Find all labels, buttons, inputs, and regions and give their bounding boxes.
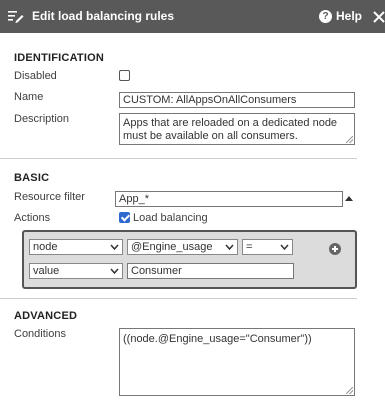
chevron-down-icon — [225, 244, 234, 250]
section-divider — [0, 298, 357, 299]
rule-value-input[interactable]: Consumer — [127, 263, 294, 279]
disabled-label: Disabled — [14, 70, 57, 82]
disabled-checkbox[interactable] — [119, 70, 130, 81]
resize-grip-icon[interactable] — [346, 387, 353, 394]
chevron-down-icon — [110, 268, 119, 274]
dialog-title: Edit load balancing rules — [32, 9, 175, 23]
dialog-header: Edit load balancing rules ? Help — [0, 0, 385, 33]
description-text: Apps that are reloaded on a dedicated no… — [123, 117, 338, 142]
load-balancing-label[interactable]: Load balancing — [133, 212, 208, 224]
list-edit-icon[interactable] — [8, 10, 24, 23]
rule-object-select[interactable]: node — [29, 239, 123, 255]
advanced-section-title: ADVANCED — [14, 310, 78, 322]
identification-section-title: IDENTIFICATION — [14, 52, 104, 64]
add-condition-icon[interactable] — [329, 243, 341, 255]
rule-operator-select[interactable]: = — [242, 239, 293, 255]
resize-grip-icon[interactable] — [346, 136, 353, 143]
basic-section-title: BASIC — [14, 172, 50, 184]
chevron-down-icon — [110, 244, 119, 250]
conditions-text: ((node.@Engine_usage="Consumer")) — [123, 333, 312, 345]
name-label: Name — [14, 91, 44, 103]
conditions-textarea[interactable]: ((node.@Engine_usage="Consumer")) — [119, 328, 355, 396]
description-label: Description — [14, 113, 70, 125]
load-balancing-checkbox[interactable] — [119, 212, 130, 223]
rule-property-value: @Engine_usage — [131, 241, 213, 253]
help-button[interactable]: Help — [336, 9, 362, 23]
rule-object-value: node — [33, 241, 58, 253]
name-field[interactable]: CUSTOM: AllAppsOnAllConsumers — [119, 92, 355, 108]
actions-label: Actions — [14, 212, 51, 224]
conditions-label: Conditions — [14, 328, 66, 340]
description-textarea[interactable]: Apps that are reloaded on a dedicated no… — [119, 113, 355, 145]
rule-type-value: value — [33, 265, 60, 277]
rule-type-select[interactable]: value — [29, 263, 123, 279]
resource-filter-input[interactable]: App_* — [115, 191, 343, 207]
rule-property-select[interactable]: @Engine_usage — [127, 239, 238, 255]
rule-builder: node @Engine_usage = value Consumer — [22, 230, 357, 289]
close-icon[interactable] — [371, 7, 385, 25]
chevron-down-icon — [280, 244, 289, 250]
caret-up-icon[interactable] — [345, 196, 353, 201]
help-icon[interactable]: ? — [319, 10, 332, 23]
rule-operator-value: = — [246, 241, 253, 253]
resource-filter-label: Resource filter — [14, 191, 85, 203]
section-divider — [0, 158, 357, 159]
